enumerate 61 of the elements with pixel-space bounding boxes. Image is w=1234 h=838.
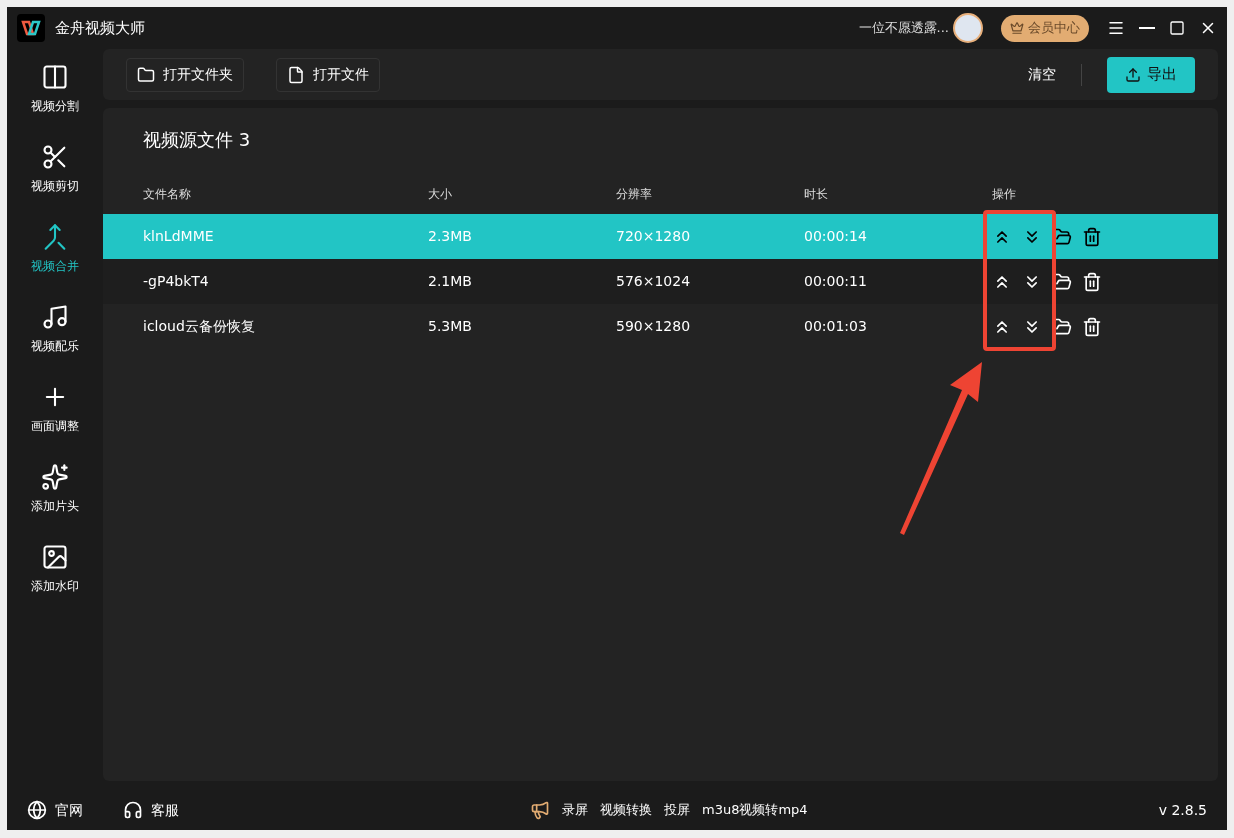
image-icon [41,543,69,571]
menu-button[interactable] [1107,19,1125,37]
split-icon [41,63,69,91]
sidebar-item[interactable]: 画面调整 [31,383,79,435]
sidebar-item[interactable]: 视频配乐 [31,303,79,355]
app-logo-icon [17,14,45,42]
upload-icon [1125,66,1141,83]
file-icon [287,65,305,84]
footer-link[interactable]: 录屏 [562,800,588,820]
menu-icon [1107,19,1125,37]
file-size: 2.3MB [428,227,473,246]
footer-link[interactable]: m3u8视频转mp4 [702,800,808,820]
file-list-title: 视频源文件 3 [142,128,252,152]
user-name: 一位不愿透露... [858,19,949,38]
file-duration: 00:00:11 [804,272,868,291]
file-name: klnLdMME [143,227,215,246]
sparkle-icon [41,463,69,491]
file-resolution: 720×1280 [616,227,692,246]
export-button[interactable]: 导出 [1107,56,1195,93]
trash-icon[interactable] [1082,316,1102,337]
sidebar-item[interactable]: 添加水印 [31,543,79,595]
crown-icon [1010,21,1024,35]
version-label: v 2.8.5 [1158,800,1207,820]
file-row[interactable]: -gP4bkT4 2.1MB 576×1024 00:00:11 [103,259,1218,304]
column-header: 时长 [804,186,829,203]
website-link[interactable]: 官网 [55,799,83,821]
file-resolution: 576×1024 [616,272,692,291]
open-file-button[interactable]: 打开文件 [276,57,380,92]
folder-icon [137,65,155,84]
sidebar-item[interactable]: 视频合并 [31,223,79,275]
footer-link[interactable]: 投屏 [664,800,690,820]
column-header: 文件名称 [143,186,192,203]
file-name: -gP4bkT4 [143,272,210,291]
file-duration: 00:01:03 [804,317,868,336]
footer-link[interactable]: 视频转换 [600,800,652,820]
maximize-button[interactable] [1169,20,1185,36]
sidebar-item[interactable]: 视频剪切 [31,143,79,195]
file-resolution: 590×1280 [616,317,692,336]
column-header: 分辨率 [616,186,653,203]
file-size: 5.3MB [428,317,473,336]
trash-icon[interactable] [1082,271,1102,292]
music-note-icon [41,303,69,331]
avatar [953,13,983,43]
open-folder-button[interactable]: 打开文件夹 [126,57,244,92]
app-title: 金舟视频大师 [55,17,145,39]
sidebar-item[interactable]: 视频分割 [31,63,79,115]
clear-button[interactable]: 清空 [1028,64,1056,85]
file-duration: 00:00:14 [804,227,868,246]
maximize-icon [1169,20,1185,36]
file-name: icloud云备份恢复 [143,317,256,336]
column-header: 大小 [428,186,453,203]
column-header: 操作 [992,186,1017,203]
headset-icon [123,800,143,820]
support-link[interactable]: 客服 [151,799,179,821]
trash-icon[interactable] [1082,226,1102,247]
vip-center-button[interactable]: 会员中心 [1001,14,1089,42]
globe-icon [27,800,47,820]
sidebar-item[interactable]: 添加片头 [31,463,79,515]
megaphone-icon [530,800,550,820]
file-size: 2.1MB [428,272,473,291]
minimize-icon [1139,27,1155,29]
